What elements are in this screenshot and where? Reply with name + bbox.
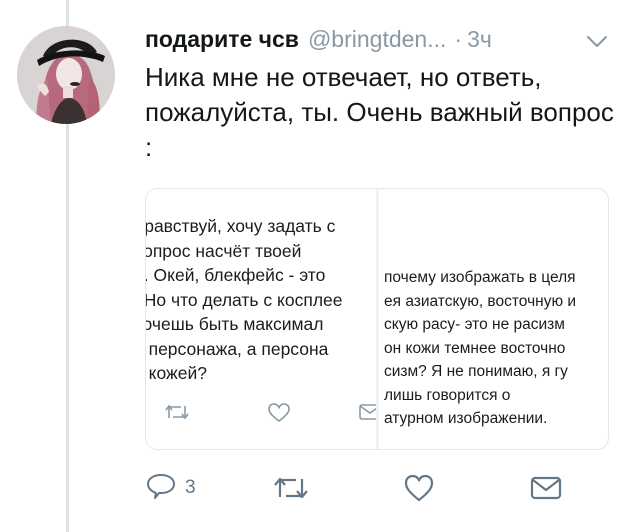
screenshot-text-line: скую расу- это не расизм xyxy=(384,316,565,333)
reply-button[interactable]: 3 xyxy=(145,470,196,506)
display-name[interactable]: подарите чсв xyxy=(145,26,299,53)
separator-dot: · xyxy=(454,26,463,52)
screenshot-text-line: дравствуй, хочу задать с xyxy=(146,216,336,236)
screenshot-left-pane: дравствуй, хочу задать с вопрос насчёт т… xyxy=(146,189,376,449)
avatar-image xyxy=(17,26,115,124)
retweet-button[interactable] xyxy=(273,470,309,506)
tweet-action-bar: 3 xyxy=(145,470,615,510)
tweet-text: Ника мне не отвечает, но ответь, пожалуй… xyxy=(145,62,614,162)
screenshot-text-line: сизм? Я не понимаю, я гу xyxy=(384,363,568,380)
screenshot-text-line: почему изображать в целя xyxy=(384,269,576,286)
screenshot-text-line: й кожей? xyxy=(146,363,207,383)
tweet-header: подарите чсв @bringtden... · 3ч xyxy=(145,26,492,56)
screenshot-text-line: атурном изображении. xyxy=(384,410,548,427)
direct-message-icon xyxy=(530,476,562,500)
screenshot-text-line: хочешь быть максимал xyxy=(146,314,324,334)
mail-icon xyxy=(359,404,376,420)
heart-icon xyxy=(268,403,290,423)
reply-icon xyxy=(147,474,175,499)
screenshot-text-line: ея азиатскую, восточную и xyxy=(384,292,577,310)
screenshot-text-line: . Но что делать с косплее xyxy=(146,289,343,310)
retweet-icon xyxy=(165,404,189,420)
screenshot-right-pane: почему изображать в целя ея азиатскую, в… xyxy=(379,189,608,449)
screenshot-text-line: а персонажа, а персона xyxy=(146,338,329,359)
timestamp[interactable]: 3ч xyxy=(467,26,492,53)
retweet-icon xyxy=(274,477,308,499)
like-button[interactable] xyxy=(403,470,435,506)
screenshot-text-line: вопрос насчёт твоей xyxy=(146,240,302,261)
embedded-screenshot[interactable]: дравствуй, хочу задать с вопрос насчёт т… xyxy=(145,188,609,450)
avatar[interactable] xyxy=(17,26,115,124)
screenshot-action-row xyxy=(146,402,376,432)
screenshot-text-line: и. Окей, блекфейс - это xyxy=(146,265,326,285)
reply-count: 3 xyxy=(185,477,196,498)
screenshot-right-text: почему изображать в целя ея азиатскую, в… xyxy=(384,266,608,431)
screenshot-text-line: лишь говорится о xyxy=(384,386,511,404)
chevron-down-icon[interactable] xyxy=(586,34,608,50)
like-icon xyxy=(404,474,434,502)
screenshot-text-line: он кожи темнее восточно xyxy=(384,339,566,357)
screenshot-left-text: дравствуй, хочу задать с вопрос насчёт т… xyxy=(146,214,376,386)
direct-message-button[interactable] xyxy=(530,470,562,506)
user-handle[interactable]: @bringtden... xyxy=(308,26,446,53)
